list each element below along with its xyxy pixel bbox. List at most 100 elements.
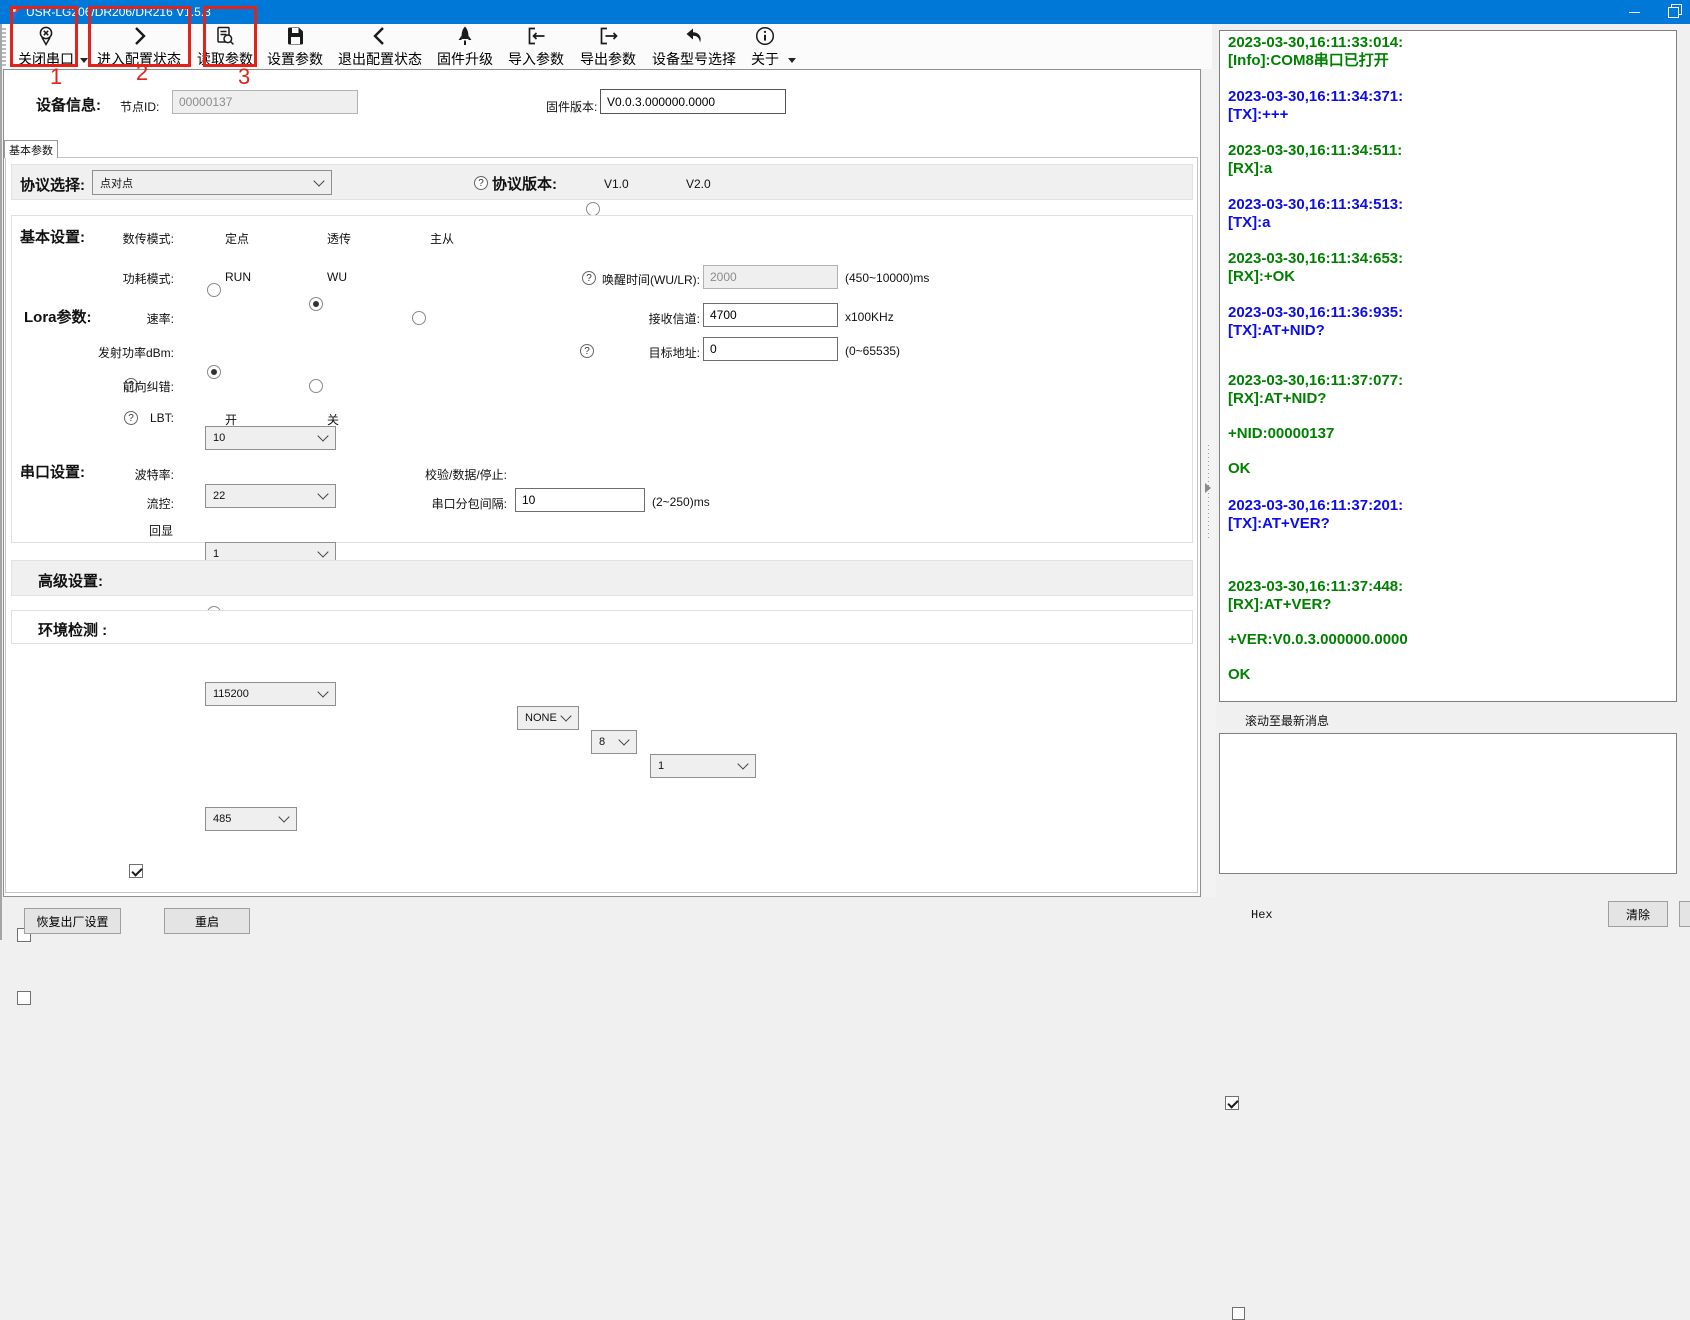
baud-select[interactable]: 115200 [205,682,336,706]
tx-power-select[interactable]: 22 [205,484,336,508]
flow-select-value: 485 [213,813,231,825]
annotation-number-2: 2 [136,60,148,86]
data-mode-master-slave-label: 主从 [430,230,454,247]
log-line: OK [1228,460,1676,478]
log-line: 2023-03-30,16:11:37:448: [1228,578,1676,596]
lora-section-label: Lora参数: [24,306,92,327]
protocol-v2-label: V2.0 [686,177,711,191]
fec-select-value: 1 [213,548,219,560]
scroll-latest-checkbox[interactable] [1225,1096,1239,1110]
rate-select[interactable]: 10 [205,426,336,450]
log-line: [RX]:+OK [1228,268,1676,286]
protocol-v1-label: V1.0 [604,177,629,191]
serial-dropdown-arrow[interactable] [80,50,88,68]
node-id-field[interactable]: 00000137 [172,90,358,114]
exit-config-button[interactable]: 退出配置状态 [334,26,426,68]
databits-select[interactable]: 8 [591,730,637,754]
about-button[interactable]: 关于 [746,26,784,68]
protocol-select[interactable]: 点对点 [92,170,332,195]
rate-label: 速率: [94,310,174,327]
firmware-version-field[interactable]: V0.0.3.000000.0000 [600,89,786,114]
undo-arrow-icon [683,26,705,47]
data-mode-transparent-radio[interactable] [309,297,323,311]
log-line: +VER:V0.0.3.000000.0000 [1228,631,1676,649]
export-params-label: 导出参数 [580,49,636,69]
power-run-label: RUN [225,270,251,284]
minimize-icon [1629,12,1640,13]
packet-interval-field[interactable]: 10 [515,488,645,512]
chevron-down-icon [80,58,88,63]
info-icon [754,26,776,47]
target-addr-hint: (0~65535) [845,344,900,358]
write-params-label: 设置参数 [267,49,323,69]
restore-icon [1668,7,1679,18]
log-line: 2023-03-30,16:11:34:653: [1228,250,1676,268]
restore-button[interactable] [1656,0,1690,24]
log-output[interactable]: 2023-03-30,16:11:33:014: [Info]:COM8串口已打… [1219,30,1677,702]
chevron-down-icon [618,734,629,745]
data-mode-transparent-label: 透传 [327,230,351,247]
splitter-collapse-arrow-icon[interactable] [1205,483,1211,493]
about-dropdown-arrow[interactable] [788,50,796,68]
wake-time-help-icon: ? [582,271,596,285]
annotation-box-3 [203,6,257,67]
write-params-button[interactable]: 设置参数 [264,26,326,68]
hex-checkbox[interactable] [1232,1307,1245,1320]
clear-log-button[interactable]: 清除 [1608,901,1668,927]
log-line: [TX]:AT+NID? [1228,322,1676,340]
chevron-left-icon [369,26,391,47]
chevron-down-icon [560,710,571,721]
power-wu-label: WU [327,270,347,284]
power-run-radio[interactable] [207,365,221,379]
rx-channel-field[interactable]: 4700 [703,303,838,327]
minimize-button[interactable] [1612,0,1656,24]
env-detect-checkbox[interactable] [17,991,31,1005]
protocol-select-value: 点对点 [100,175,133,191]
data-mode-fixed-radio[interactable] [207,283,221,297]
protocol-v1-radio[interactable] [586,202,600,216]
restart-button[interactable]: 重启 [164,908,250,934]
rx-channel-label: 接收信道: [600,310,700,327]
lbt-help-icon: ? [124,411,138,425]
annotation-box-2 [88,6,191,67]
import-arrow-icon [525,26,547,47]
lbt-on-label: 开 [225,411,237,428]
log-line: [RX]:AT+NID? [1228,390,1676,408]
send-textarea[interactable] [1219,733,1677,874]
factory-reset-button[interactable]: 恢复出厂设置 [24,908,121,934]
wake-time-hint: (450~10000)ms [845,271,929,285]
log-line: [TX]:AT+VER? [1228,515,1676,533]
toolbar-gripper[interactable] [2,28,6,66]
device-model-select-button[interactable]: 设备型号选择 [648,26,740,68]
parity-select[interactable]: NONE [517,706,579,730]
chevron-down-icon [317,686,328,697]
save-icon [284,26,306,47]
firmware-upgrade-button[interactable]: 固件升级 [434,26,496,68]
chevron-down-icon [278,811,289,822]
parity-select-value: NONE [525,712,557,724]
parity-label: 校验/数据/停止: [405,466,507,483]
target-addr-help-icon: ? [580,344,594,358]
log-line: 2023-03-30,16:11:37:201: [1228,497,1676,515]
wake-time-field[interactable]: 2000 [703,265,838,289]
target-addr-field[interactable]: 0 [703,337,838,361]
advanced-settings-label: 高级设置: [38,570,103,591]
send-button[interactable]: 发送 [1679,901,1690,927]
flow-select[interactable]: 485 [205,807,297,831]
export-params-button[interactable]: 导出参数 [577,26,639,68]
import-params-button[interactable]: 导入参数 [505,26,567,68]
annotation-box-1 [10,6,78,67]
log-line: +NID:00000137 [1228,425,1676,443]
echo-checkbox[interactable] [129,864,143,878]
scroll-latest-label: 滚动至最新消息 [1245,712,1329,729]
exit-config-label: 退出配置状态 [338,49,422,69]
stopbits-select[interactable]: 1 [650,754,756,778]
power-wu-radio[interactable] [309,379,323,393]
data-mode-master-slave-radio[interactable] [412,311,426,325]
advanced-settings-band [11,560,1193,596]
tab-basic-params[interactable]: 基本参数 [4,140,58,158]
packet-interval-label: 串口分包间隔: [405,495,507,512]
firmware-version-label: 固件版本: [546,98,597,115]
protocol-version-help-icon: ? [474,176,488,190]
protocol-version-label: 协议版本: [492,173,557,194]
